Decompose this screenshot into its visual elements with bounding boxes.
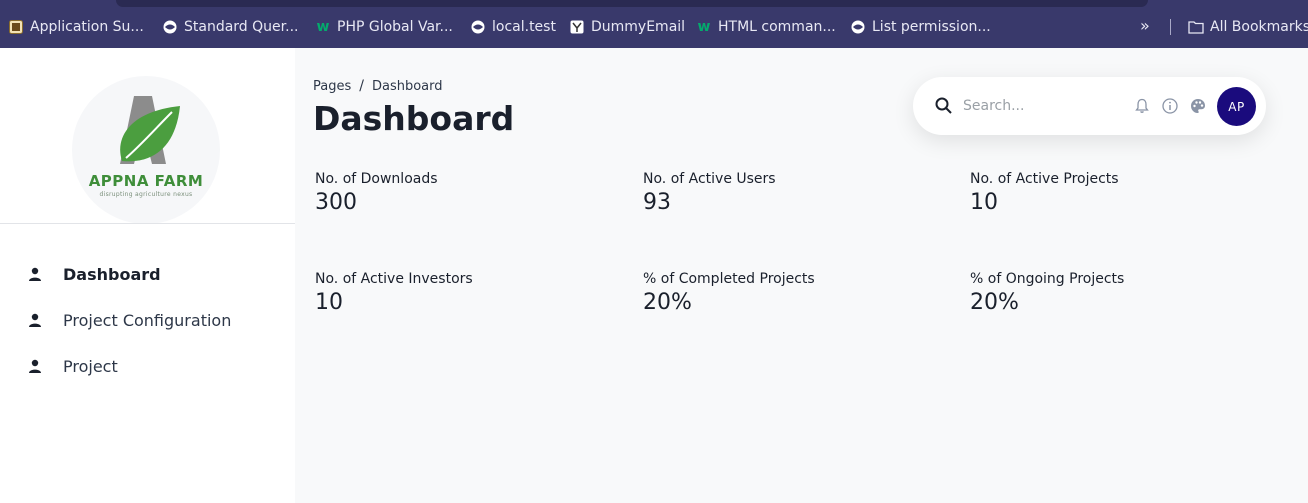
bookmark-standard-query[interactable]: Standard Quer... [162,17,298,37]
bookmarks-divider [1170,19,1171,35]
stat-label: No. of Active Projects [970,171,1119,187]
stat-value: 93 [643,190,671,215]
stat-card-active-users: No. of Active Users 93 [643,171,943,215]
stat-label: % of Ongoing Projects [970,271,1125,287]
stat-card-active-projects: No. of Active Projects 10 [970,171,1270,215]
person-icon [28,266,42,282]
globe-icon [850,19,866,35]
w3-icon: w [697,19,711,35]
stat-card-ongoing-projects: % of Ongoing Projects 20% [970,271,1270,315]
top-toolbar: AP [913,77,1266,135]
sidebar-item-label: Dashboard [63,264,161,284]
sidebar: APPNA FARM disrupting agriculture nexus … [0,48,295,503]
bookmark-local-test[interactable]: local.test [470,17,556,37]
stat-label: % of Completed Projects [643,271,815,287]
bookmark-php-global-var[interactable]: w PHP Global Var... [315,17,453,37]
sidebar-item-label: Project [63,356,118,376]
stat-label: No. of Active Investors [315,271,473,287]
all-bookmarks-button[interactable]: All Bookmarks [1188,17,1308,37]
stat-card-completed-projects: % of Completed Projects 20% [643,271,943,315]
person-icon [28,358,42,374]
stat-value: 10 [315,290,343,315]
bookmark-application-support[interactable]: Application Su... [8,17,144,37]
avatar[interactable]: AP [1217,87,1256,126]
stat-value: 20% [970,290,1019,315]
stat-card-active-investors: No. of Active Investors 10 [315,271,615,315]
breadcrumb-separator: / [359,78,364,94]
bookmark-dummyemail[interactable]: DummyEmail [569,17,685,37]
stat-card-downloads: No. of Downloads 300 [315,171,615,215]
sidebar-divider [0,223,295,224]
breadcrumb-current: Dashboard [371,79,443,94]
stat-value: 20% [643,290,692,315]
search-input[interactable] [963,95,1128,117]
leaf-logo-icon [120,96,180,164]
palette-icon[interactable] [1189,97,1207,115]
bookmarks-overflow-chevron-icon[interactable]: » [1140,16,1150,35]
search-icon [935,97,952,118]
stat-label: No. of Active Users [643,171,776,187]
w3-icon: w [316,19,330,35]
bell-icon[interactable] [1133,97,1151,115]
sidebar-item-label: Project Configuration [63,310,232,330]
logo-name: APPNA FARM [88,172,204,190]
sidebar-item-project[interactable]: Project [28,354,118,378]
sidebar-item-project-configuration[interactable]: Project Configuration [28,308,231,332]
person-icon [28,312,42,328]
bookmarks-bar: Application Su... Standard Quer... w PHP… [0,0,1308,48]
breadcrumb-root[interactable]: Pages [313,79,351,94]
y-icon [569,19,585,35]
app-icon [8,19,24,35]
stat-value: 10 [970,190,998,215]
bookmark-list-permission[interactable]: List permission... [850,17,991,37]
stat-label: No. of Downloads [315,171,438,187]
folder-icon [1188,19,1204,35]
sidebar-item-dashboard[interactable]: Dashboard [28,262,161,286]
globe-icon [162,19,178,35]
stat-value: 300 [315,190,357,215]
breadcrumb: Pages / Dashboard [313,78,443,94]
logo[interactable]: APPNA FARM disrupting agriculture nexus [72,76,220,224]
info-icon[interactable] [1161,97,1179,115]
logo-tagline: disrupting agriculture nexus [99,191,193,198]
bookmark-html-command[interactable]: w HTML comman... [696,17,836,37]
page-title: Dashboard [313,99,515,138]
browser-tab-strip [116,0,1148,7]
globe-icon [470,19,486,35]
